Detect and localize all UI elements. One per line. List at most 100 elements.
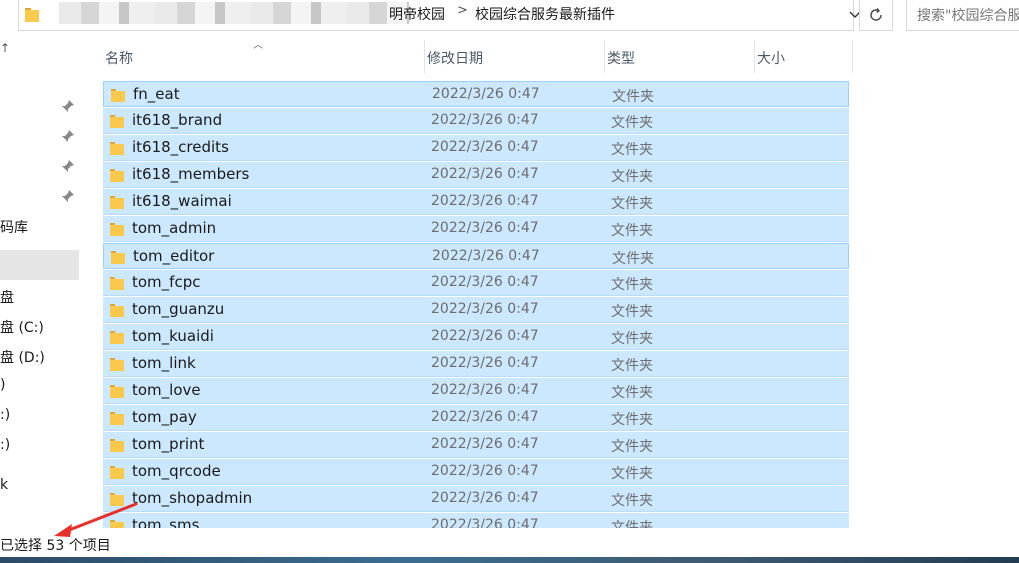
folder-icon [110, 385, 124, 398]
file-row[interactable]: tom_fcpc 2022/3/26 0:47 文件夹 [103, 270, 849, 296]
column-header-type[interactable]: 类型 [605, 40, 755, 73]
pin-icon[interactable] [60, 188, 76, 204]
file-modified-date: 2022/3/26 0:47 [431, 463, 539, 479]
file-modified-date: 2022/3/26 0:47 [431, 436, 539, 452]
file-type: 文件夹 [612, 251, 654, 267]
nav-item-drive-f[interactable]: :) [0, 407, 10, 423]
file-name: tom_editor [133, 247, 215, 265]
file-name: it618_credits [132, 138, 229, 156]
file-modified-date: 2022/3/26 0:47 [431, 112, 539, 128]
file-row[interactable]: it618_waimai 2022/3/26 0:47 文件夹 [103, 189, 849, 215]
column-header-name-label: 名称 [105, 51, 133, 67]
address-bar[interactable]: 明帝校园 > 校园综合服务最新插件 [18, 0, 861, 31]
file-modified-date: 2022/3/26 0:47 [431, 220, 539, 236]
folder-icon [110, 466, 124, 479]
file-type: 文件夹 [611, 196, 653, 212]
file-row[interactable]: tom_pay 2022/3/26 0:47 文件夹 [103, 405, 849, 431]
file-type: 文件夹 [611, 331, 653, 347]
nav-item-drive-d[interactable]: 盘 (D:) [0, 347, 45, 367]
column-header-type-label: 类型 [607, 51, 635, 67]
column-header-date[interactable]: 修改日期 [425, 40, 605, 73]
file-row[interactable]: tom_shopadmin 2022/3/26 0:47 文件夹 [103, 486, 849, 512]
file-name: tom_guanzu [132, 300, 225, 318]
breadcrumb-separator[interactable]: > [457, 3, 468, 18]
file-modified-date: 2022/3/26 0:47 [431, 490, 539, 506]
file-type: 文件夹 [611, 385, 653, 401]
file-row[interactable]: it618_brand 2022/3/26 0:47 文件夹 [103, 108, 849, 134]
navigation-pane: ↑ 码库 盘 盘 (C:) 盘 (D:) ) :) :) k [0, 33, 80, 528]
file-name: tom_fcpc [132, 273, 201, 291]
file-type: 文件夹 [611, 142, 653, 158]
file-row[interactable]: tom_editor 2022/3/26 0:47 文件夹 [103, 243, 849, 269]
folder-icon [25, 8, 39, 22]
pin-icon[interactable] [60, 158, 76, 174]
file-modified-date: 2022/3/26 0:47 [431, 139, 539, 155]
taskbar-edge [0, 557, 1019, 563]
folder-icon [110, 115, 124, 128]
nav-item-drive-c[interactable]: 盘 (C:) [0, 317, 44, 337]
column-header-row: 名称 修改日期 类型 大小 [103, 40, 853, 73]
file-type: 文件夹 [611, 115, 653, 131]
file-name: tom_love [132, 381, 201, 399]
column-header-name[interactable]: 名称 [103, 40, 425, 73]
file-row[interactable]: tom_guanzu 2022/3/26 0:47 文件夹 [103, 297, 849, 323]
nav-item-drive-g[interactable]: :) [0, 437, 10, 453]
nav-item-network[interactable]: k [0, 477, 8, 493]
folder-icon [110, 277, 124, 290]
file-name: tom_kuaidi [132, 327, 214, 345]
file-row[interactable]: tom_link 2022/3/26 0:47 文件夹 [103, 351, 849, 377]
file-type: 文件夹 [611, 493, 653, 509]
folder-icon [110, 304, 124, 317]
file-row[interactable]: tom_kuaidi 2022/3/26 0:47 文件夹 [103, 324, 849, 350]
folder-icon [110, 169, 124, 182]
file-type: 文件夹 [611, 223, 653, 239]
file-modified-date: 2022/3/26 0:47 [431, 193, 539, 209]
file-row[interactable]: it618_members 2022/3/26 0:47 文件夹 [103, 162, 849, 188]
nav-scroll-up-icon[interactable]: ↑ [0, 41, 10, 55]
file-row[interactable]: tom_qrcode 2022/3/26 0:47 文件夹 [103, 459, 849, 485]
file-modified-date: 2022/3/26 0:47 [431, 517, 539, 528]
folder-icon [110, 223, 124, 236]
folder-icon [110, 142, 124, 155]
file-type: 文件夹 [611, 466, 653, 482]
file-row[interactable]: tom_sms 2022/3/26 0:47 文件夹 [103, 513, 849, 528]
folder-icon [110, 331, 124, 344]
file-name: it618_members [132, 165, 250, 183]
folder-icon [110, 358, 124, 371]
file-row[interactable]: tom_love 2022/3/26 0:47 文件夹 [103, 378, 849, 404]
file-modified-date: 2022/3/26 0:47 [431, 355, 539, 371]
breadcrumb-current[interactable]: 校园综合服务最新插件 [475, 4, 615, 24]
file-modified-date: 2022/3/26 0:47 [431, 166, 539, 182]
file-name: tom_link [132, 354, 196, 372]
refresh-icon [870, 8, 882, 21]
file-row[interactable]: tom_print 2022/3/26 0:47 文件夹 [103, 432, 849, 458]
refresh-button[interactable] [859, 0, 893, 31]
pin-icon[interactable] [60, 98, 76, 114]
address-row: 明帝校园 > 校园综合服务最新插件 搜索"校园综合服 [0, 0, 1019, 33]
file-row[interactable]: it618_credits 2022/3/26 0:47 文件夹 [103, 135, 849, 161]
nav-item-selected[interactable] [0, 250, 79, 280]
file-name: it618_brand [132, 111, 223, 129]
file-type: 文件夹 [611, 439, 653, 455]
annotation-arrow-icon [54, 502, 138, 537]
file-type: 文件夹 [612, 89, 654, 105]
file-modified-date: 2022/3/26 0:47 [431, 382, 539, 398]
file-modified-date: 2022/3/26 0:47 [432, 86, 540, 102]
search-placeholder: 搜索"校园综合服 [917, 8, 1019, 24]
nav-item-drive-e[interactable]: ) [0, 377, 5, 393]
file-type: 文件夹 [611, 358, 653, 374]
column-header-size[interactable]: 大小 [755, 40, 853, 73]
nav-item-code-library[interactable]: 码库 [0, 217, 28, 237]
file-row[interactable]: tom_admin 2022/3/26 0:47 文件夹 [103, 216, 849, 242]
file-type: 文件夹 [611, 304, 653, 320]
file-name: tom_pay [132, 408, 197, 426]
column-header-date-label: 修改日期 [427, 51, 483, 67]
file-type: 文件夹 [611, 520, 653, 528]
nav-item-drive[interactable]: 盘 [0, 287, 14, 307]
search-box[interactable]: 搜索"校园综合服 [906, 0, 1019, 31]
pin-icon[interactable] [60, 128, 76, 144]
selection-status: 已选择 53 个项目 [0, 538, 111, 554]
breadcrumb-parent[interactable]: 明帝校园 [389, 4, 445, 24]
file-row[interactable]: fn_eat 2022/3/26 0:47 文件夹 [103, 81, 849, 107]
file-list: fn_eat 2022/3/26 0:47 文件夹 it618_brand 20… [103, 81, 849, 528]
